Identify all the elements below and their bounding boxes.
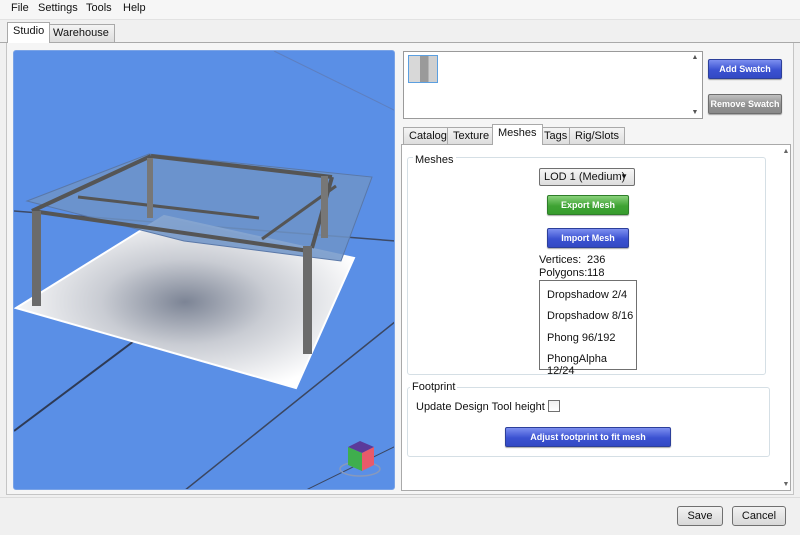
main-tabs: Studio Warehouse [0,22,800,43]
post [32,211,41,306]
post [303,246,312,354]
vertices-value: 236 [587,254,606,266]
list-item[interactable]: Dropshadow 2/4 [547,289,627,301]
update-height-label: Update Design Tool height [416,401,545,413]
grid-line [14,340,135,432]
grid-line [273,51,394,111]
tab-meshes[interactable]: Meshes [492,124,543,145]
menu-tools[interactable]: Tools [84,2,114,14]
add-swatch-button[interactable]: Add Swatch [708,59,782,79]
menu-help[interactable]: Help [121,2,148,14]
polygons-value: 118 [587,267,605,279]
meshes-group-title: Meshes [413,154,456,166]
3d-scene [14,51,394,489]
list-item[interactable]: PhongAlpha 12/24 [547,353,636,377]
content-scrollbar[interactable]: ▲ ▼ [776,148,790,488]
list-item[interactable]: Phong 96/192 [547,332,616,344]
tab-warehouse[interactable]: Warehouse [47,24,115,43]
3d-viewport[interactable] [13,50,395,490]
post [147,158,153,218]
scroll-up-icon[interactable]: ▲ [690,54,700,61]
footprint-group-title: Footprint [410,381,458,393]
polygons-label: Polygons: [539,267,588,279]
lod-dropdown[interactable]: LOD 1 (Medium) ▼ [539,168,635,186]
scroll-down-icon[interactable]: ▼ [781,481,791,488]
update-height-checkbox[interactable] [548,400,560,412]
export-mesh-button[interactable]: Export Mesh [547,195,629,215]
swatch-thumbnail[interactable] [408,55,438,83]
menu-file[interactable]: File [9,2,31,14]
tab-texture[interactable]: Texture [447,127,496,145]
post [321,176,328,238]
mesh-group-list[interactable]: Dropshadow 2/4 Dropshadow 8/16 Phong 96/… [539,280,637,377]
cancel-button[interactable]: Cancel [732,506,786,526]
scroll-up-icon[interactable]: ▲ [781,148,791,155]
remove-swatch-button[interactable]: Remove Swatch [708,94,782,114]
lod-selected-value: LOD 1 (Medium) [544,171,626,183]
swatch-list[interactable]: ▲ ▼ [403,51,703,119]
tab-rig-slots[interactable]: Rig/Slots [569,127,626,145]
menu-settings[interactable]: Settings [36,2,80,14]
tab-studio[interactable]: Studio [7,22,51,43]
tab-tags[interactable]: Tags [538,127,574,145]
save-button[interactable]: Save [677,506,723,526]
menu-bar: File Settings Tools Help [0,0,800,20]
swatch-scrollbar[interactable]: ▲ ▼ [690,54,700,116]
list-item[interactable]: Dropshadow 8/16 [547,310,633,322]
scroll-down-icon[interactable]: ▼ [690,109,700,116]
chevron-down-icon: ▼ [620,172,628,181]
adjust-footprint-button[interactable]: Adjust footprint to fit mesh [505,427,671,447]
tab-catalog[interactable]: Catalog [403,127,453,145]
vertices-label: Vertices: [539,254,582,266]
import-mesh-button[interactable]: Import Mesh [547,228,629,248]
